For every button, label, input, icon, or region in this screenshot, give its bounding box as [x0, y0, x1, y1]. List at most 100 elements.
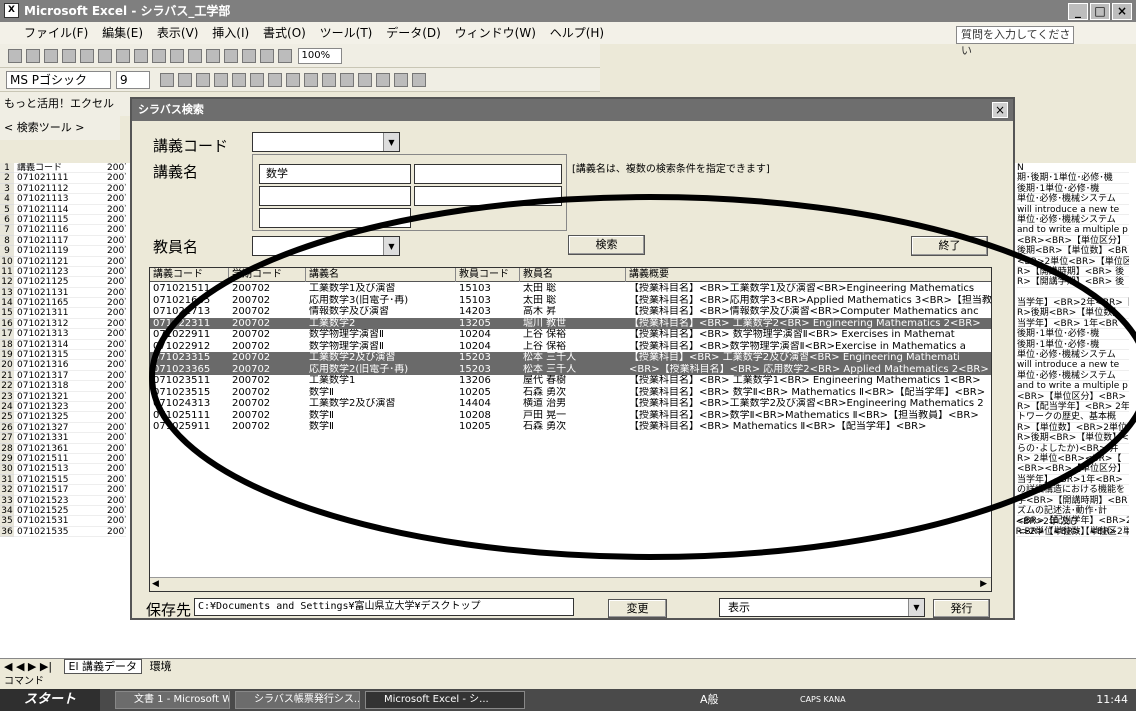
menu-edit[interactable]: 編集(E)	[102, 26, 143, 40]
cell-n[interactable]: R>【単位数】<BR>2単位	[1017, 423, 1129, 434]
cell-b[interactable]: 2007	[104, 298, 126, 309]
cell-n[interactable]: 単位･必修･機械システム	[1017, 194, 1129, 205]
maximize-button[interactable]: □	[1090, 3, 1110, 20]
cell-b[interactable]: 2007	[104, 444, 126, 454]
save-path-field[interactable]: C:¥Documents and Settings¥富山県立大学¥デスクトップ	[194, 598, 574, 616]
cell-n[interactable]: 単位･必修･機械システム	[1017, 215, 1129, 226]
cell-a[interactable]: 071021316	[14, 360, 104, 371]
row-number[interactable]: 36	[0, 526, 14, 538]
scroll-right-icon[interactable]: ▶	[980, 579, 987, 589]
row-number[interactable]: 19	[0, 350, 14, 361]
menu-format[interactable]: 書式(O)	[263, 26, 306, 40]
cell-n[interactable]: <BR>2単位<BR>【単位区	[1017, 257, 1129, 267]
chart-icon[interactable]	[278, 49, 292, 63]
row-number[interactable]: 6	[0, 214, 14, 226]
cell-b[interactable]: 2007	[104, 225, 126, 236]
cell-n[interactable]: 当学年】<BR> 1年<BR	[1017, 319, 1129, 330]
cell-n[interactable]: 単位･必修･機械システム	[1017, 350, 1129, 361]
tab-lecture-data[interactable]: El 講義データ	[63, 659, 143, 674]
cell-n[interactable]: 後期･1単位･必修･機	[1017, 329, 1129, 340]
cell-a[interactable]: 071021125	[14, 277, 104, 288]
cell-a[interactable]: 071021131	[14, 288, 104, 299]
autosum-icon[interactable]	[224, 49, 238, 63]
close-button[interactable]: ×	[1112, 3, 1132, 20]
row-number[interactable]: 16	[0, 318, 14, 330]
row-number[interactable]: 15	[0, 308, 14, 319]
row-number[interactable]: 27	[0, 433, 14, 444]
font-color-icon[interactable]	[412, 73, 426, 87]
row-number[interactable]: 4	[0, 194, 14, 205]
course-name-field-5[interactable]	[259, 208, 411, 228]
cell-b[interactable]: 2007	[104, 173, 126, 184]
row-number[interactable]: 23	[0, 391, 14, 402]
cut-icon[interactable]	[116, 49, 130, 63]
indent-icon[interactable]	[340, 73, 354, 87]
scroll-left-icon[interactable]: ◀	[152, 579, 159, 589]
underline-icon[interactable]	[196, 73, 210, 87]
cell-n[interactable]: and to write a multiple p	[1017, 225, 1129, 236]
cell-a[interactable]: 071021317	[14, 371, 104, 382]
cell-n[interactable]: N	[1017, 163, 1129, 174]
percent-icon[interactable]	[304, 73, 318, 87]
cell-b[interactable]: 2007	[104, 475, 126, 486]
menu-data[interactable]: データ(D)	[386, 26, 441, 40]
cell-b[interactable]: 2007	[104, 381, 126, 392]
cell-a[interactable]: 071021311	[14, 308, 104, 319]
cell-n[interactable]: 手<BR>【開講時期】<BR	[1017, 496, 1129, 506]
search-button[interactable]: 検索	[568, 235, 645, 255]
results-grid[interactable]: 講義コード 学期コード 講義名 教員コード 教員名 講義概要 071021511…	[149, 267, 992, 592]
cell-a[interactable]: 071021511	[14, 454, 104, 465]
cell-a[interactable]: 071021318	[14, 381, 104, 392]
row-number[interactable]: 2	[0, 173, 14, 184]
cell-a[interactable]: 講義コード	[14, 163, 104, 174]
cell-n[interactable]: R> 2単位<BR><BR>【	[1017, 454, 1129, 465]
cell-n[interactable]	[1017, 288, 1129, 299]
cell-a[interactable]: 071021515	[14, 475, 104, 486]
result-row[interactable]: 071022311 200702 工業数学2 13205 堀川 教世 【授業科目名】<BR…	[150, 317, 991, 329]
cell-a[interactable]: 071021361	[14, 444, 104, 454]
copy-icon[interactable]	[134, 49, 148, 63]
horizontal-scrollbar[interactable]: ◀ ▶	[150, 577, 991, 591]
fill-color-icon[interactable]	[394, 73, 408, 87]
header-course-name[interactable]: 講義名	[306, 268, 456, 282]
course-name-field-3[interactable]	[259, 186, 411, 206]
cell-n[interactable]: 後期･1単位･必修･機	[1017, 340, 1129, 351]
row-number[interactable]: 32	[0, 485, 14, 496]
display-select[interactable]: 表示 ▼	[719, 598, 925, 617]
row-number[interactable]: 21	[0, 370, 14, 382]
redo-icon[interactable]	[188, 49, 202, 63]
cell-b[interactable]: 2007	[104, 506, 126, 517]
cell-a[interactable]: 071021119	[14, 246, 104, 257]
task-word[interactable]: 文書 1 - Microsoft W...	[115, 691, 230, 709]
cell-a[interactable]: 071021331	[14, 433, 104, 444]
cell-n[interactable]: R>後期<BR>【単位数】<	[1017, 433, 1129, 444]
cell-b[interactable]: 2007	[104, 267, 126, 278]
row-number[interactable]: 7	[0, 225, 14, 236]
header-summary[interactable]: 講義概要	[626, 268, 991, 282]
cell-a[interactable]: 071021513	[14, 464, 104, 475]
cell-b[interactable]: 200702	[104, 527, 126, 538]
font-name-select[interactable]: MS Pゴシック	[6, 71, 111, 89]
undo-icon[interactable]	[170, 49, 184, 63]
start-button[interactable]: スタート	[0, 689, 100, 711]
row-number[interactable]: 8	[0, 235, 14, 247]
cell-n[interactable]: R>【開講学期】<BR> 後	[1017, 277, 1129, 288]
cell-n[interactable]: の詳細構造における機能を	[1017, 485, 1129, 496]
cell-a[interactable]: 071021116	[14, 225, 104, 236]
cell-a[interactable]: 071021535	[14, 527, 104, 538]
open-icon[interactable]	[26, 49, 40, 63]
cell-a[interactable]: 071021523	[14, 496, 104, 506]
tab-environment[interactable]: 環境	[146, 660, 176, 673]
paste-icon[interactable]	[152, 49, 166, 63]
cell-a[interactable]: 071021314	[14, 340, 104, 351]
cell-n[interactable]: ズムの記述法･動作･計	[1017, 506, 1129, 517]
align-left-icon[interactable]	[214, 73, 228, 87]
issue-button[interactable]: 発行	[933, 599, 990, 618]
cell-n[interactable]: R>後期<BR>【単位数】	[1017, 308, 1129, 319]
cell-n[interactable]: R>【開講時期】<BR> 後	[1017, 267, 1129, 278]
cell-a[interactable]: 071021315	[14, 350, 104, 361]
cell-b[interactable]: 2007	[104, 412, 126, 423]
cell-n[interactable]: 後期･1単位･必修･機	[1017, 184, 1129, 195]
menu-help[interactable]: ヘルプ(H)	[550, 26, 604, 40]
row-number[interactable]: 25	[0, 412, 14, 423]
